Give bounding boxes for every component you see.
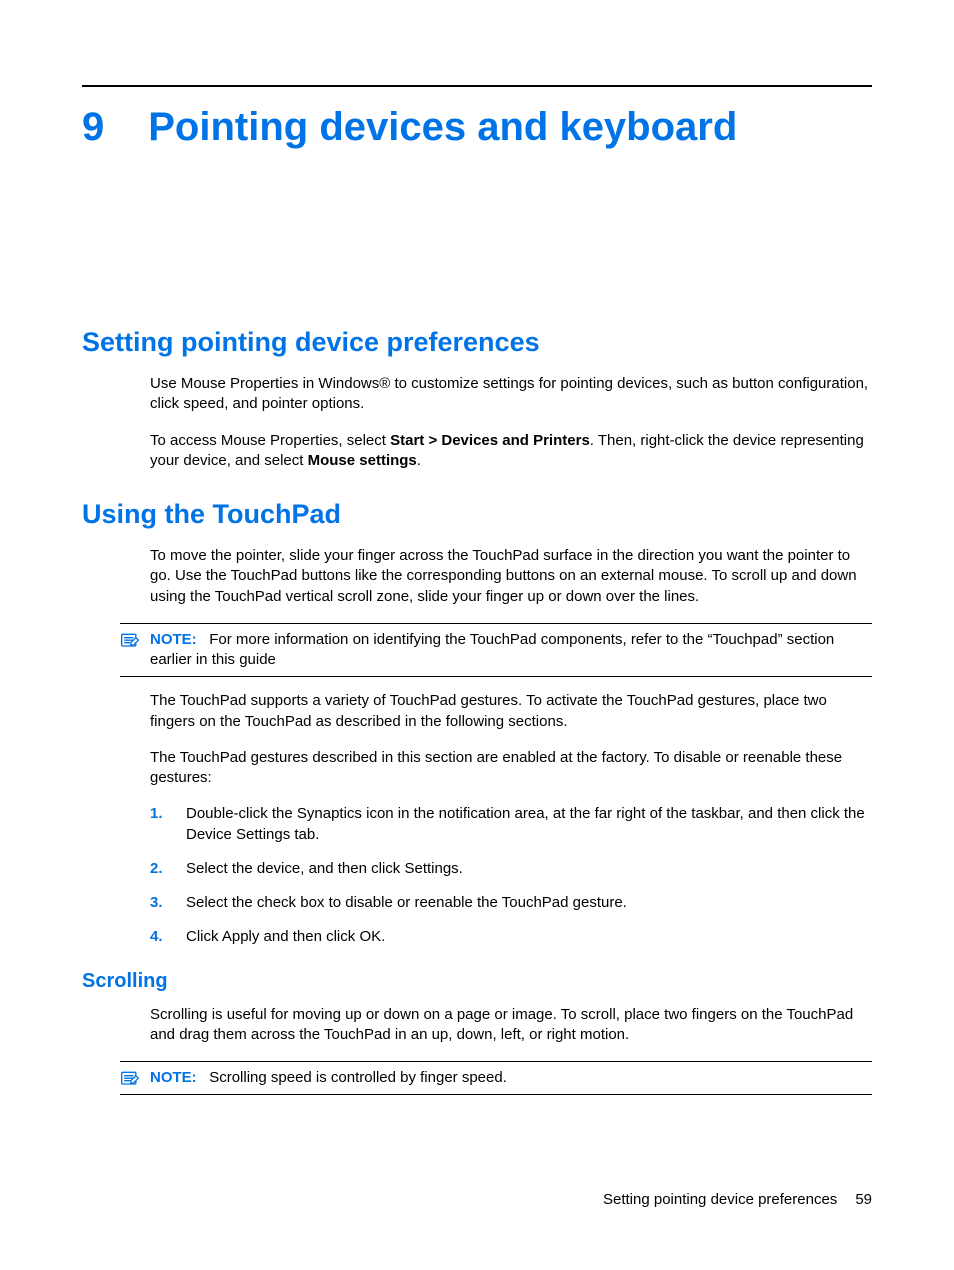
- text: .: [459, 860, 463, 877]
- section-body-touchpad: To move the pointer, slide your finger a…: [150, 546, 872, 607]
- step-number: 4.: [150, 927, 168, 947]
- text: tab.: [290, 826, 319, 843]
- footer-page-number: 59: [855, 1191, 872, 1208]
- bold-text: Synaptics: [297, 805, 362, 822]
- step-text: Select the check box to disable or reena…: [186, 893, 872, 913]
- bold-text: Apply: [222, 928, 260, 945]
- step-number: 1.: [150, 804, 168, 824]
- chapter-title: Pointing devices and keyboard: [148, 105, 737, 149]
- subsection-body-scrolling: Scrolling is useful for moving up or dow…: [150, 1005, 872, 1046]
- page-footer: Setting pointing device preferences 59: [603, 1191, 872, 1208]
- note-block: NOTE: For more information on identifyin…: [120, 623, 872, 678]
- text: icon in the notification area, at the fa…: [362, 805, 865, 822]
- paragraph: Scrolling is useful for moving up or dow…: [150, 1005, 872, 1046]
- text: Select the check box to disable or reena…: [186, 894, 627, 911]
- bold-text: OK: [359, 928, 381, 945]
- section-heading-touchpad: Using the TouchPad: [82, 499, 872, 530]
- text: and then click: [259, 928, 359, 945]
- list-item: 1. Double-click the Synaptics icon in th…: [150, 804, 872, 845]
- text: To access Mouse Properties, select: [150, 432, 390, 449]
- list-item: 4. Click Apply and then click OK.: [150, 927, 872, 947]
- note-content: For more information on identifying the …: [150, 631, 834, 668]
- paragraph: The TouchPad supports a variety of Touch…: [150, 691, 872, 732]
- note-content: Scrolling speed is controlled by finger …: [209, 1069, 507, 1086]
- text: .: [381, 928, 385, 945]
- bold-text: Settings: [404, 860, 458, 877]
- note-icon: [120, 1070, 140, 1088]
- text: Double-click the: [186, 805, 297, 822]
- step-number: 3.: [150, 893, 168, 913]
- bold-text: Mouse settings: [308, 452, 417, 469]
- paragraph: To access Mouse Properties, select Start…: [150, 431, 872, 472]
- section-heading-preferences: Setting pointing device preferences: [82, 327, 872, 358]
- chapter-number: 9: [82, 107, 104, 147]
- chapter-heading: 9 Pointing devices and keyboard: [82, 105, 872, 149]
- step-text: Double-click the Synaptics icon in the n…: [186, 804, 872, 845]
- steps-list: 1. Double-click the Synaptics icon in th…: [150, 804, 872, 947]
- list-item: 3. Select the check box to disable or re…: [150, 893, 872, 913]
- text: .: [417, 452, 421, 469]
- section-body-touchpad-cont: The TouchPad supports a variety of Touch…: [150, 691, 872, 788]
- section-body-preferences: Use Mouse Properties in Windows® to cust…: [150, 374, 872, 471]
- list-item: 2. Select the device, and then click Set…: [150, 859, 872, 879]
- text: Select the device, and then click: [186, 860, 404, 877]
- note-icon: [120, 632, 140, 650]
- step-text: Click Apply and then click OK.: [186, 927, 872, 947]
- bold-text: Device Settings: [186, 826, 290, 843]
- note-text: NOTE: Scrolling speed is controlled by f…: [150, 1068, 872, 1088]
- paragraph: To move the pointer, slide your finger a…: [150, 546, 872, 607]
- subsection-heading-scrolling: Scrolling: [82, 970, 872, 993]
- page: 9 Pointing devices and keyboard Setting …: [0, 0, 954, 1270]
- step-number: 2.: [150, 859, 168, 879]
- note-label: NOTE:: [150, 631, 197, 648]
- text: Click: [186, 928, 222, 945]
- step-text: Select the device, and then click Settin…: [186, 859, 872, 879]
- note-text: NOTE: For more information on identifyin…: [150, 630, 872, 671]
- note-block: NOTE: Scrolling speed is controlled by f…: [120, 1061, 872, 1095]
- footer-section-title: Setting pointing device preferences: [603, 1191, 837, 1208]
- bold-text: Start > Devices and Printers: [390, 432, 590, 449]
- paragraph: The TouchPad gestures described in this …: [150, 748, 872, 789]
- note-label: NOTE:: [150, 1069, 197, 1086]
- top-rule: [82, 85, 872, 87]
- paragraph: Use Mouse Properties in Windows® to cust…: [150, 374, 872, 415]
